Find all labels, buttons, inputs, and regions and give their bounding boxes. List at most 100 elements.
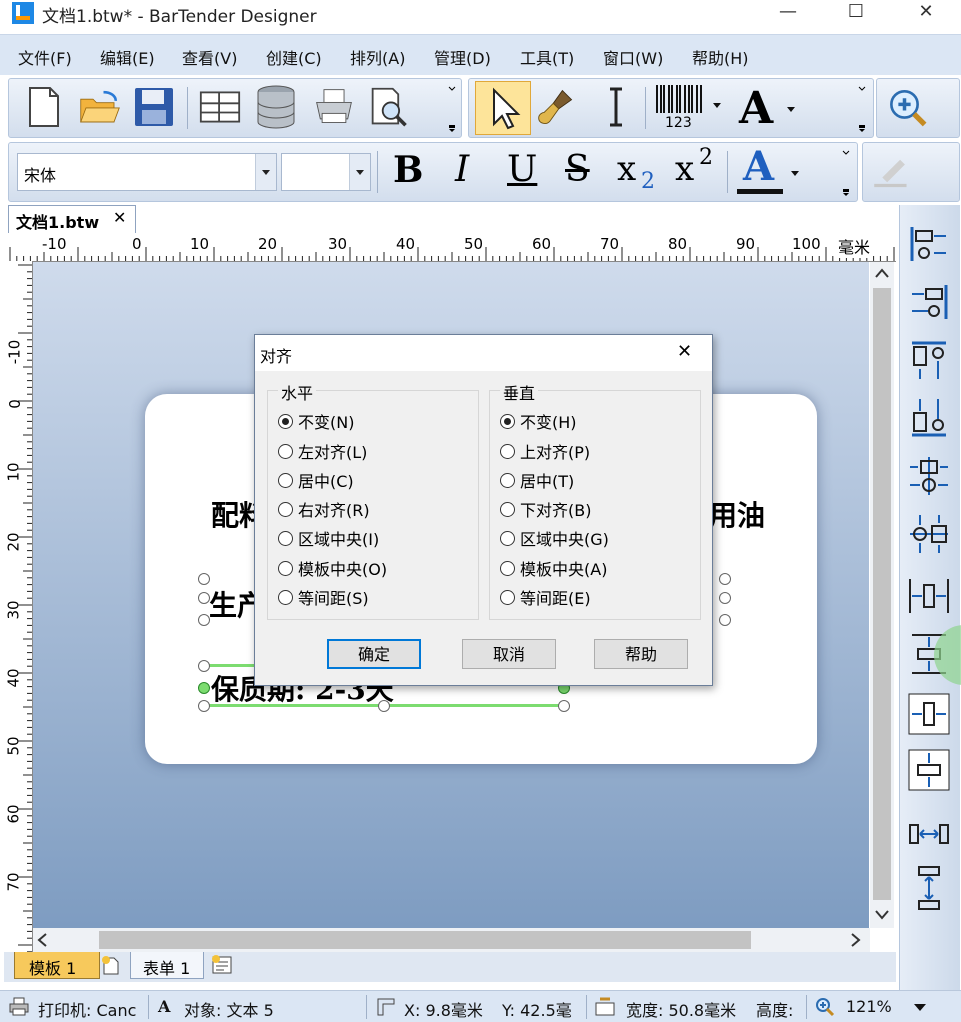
menu-view[interactable]: 查看(V) [182,45,237,69]
minimize-button[interactable]: — [764,0,812,26]
selection-handle[interactable] [719,614,731,626]
label-text-oil[interactable]: 用油 [709,494,765,534]
radio-v-center[interactable]: 居中(T) [500,468,574,492]
align-left-icon[interactable] [906,221,952,267]
radio-v-bottom[interactable]: 下对齐(B) [500,497,591,521]
scroll-left-icon[interactable] [37,933,47,947]
align-center-vertical-icon[interactable] [906,511,952,557]
vertical-scrollbar[interactable] [870,262,894,928]
selection-handle[interactable] [198,592,210,604]
select-pointer-button[interactable] [475,81,531,135]
font-color-glyph: A [743,143,775,190]
radio-h-equal-spacing[interactable]: 等间距(S) [278,585,369,609]
radio-h-right[interactable]: 右对齐(R) [278,497,370,521]
selection-handle[interactable] [198,573,210,585]
chevron-down-icon[interactable] [914,1004,926,1012]
bold-button[interactable]: B [393,149,423,191]
zoom-button[interactable] [887,84,929,130]
radio-h-template-center[interactable]: 模板中央(O) [278,556,387,580]
page-setup-button[interactable] [199,84,241,130]
save-button[interactable] [133,84,175,130]
text-tool-button[interactable]: A [735,83,805,134]
new-template-icon[interactable] [100,954,122,976]
menu-edit[interactable]: 编辑(E) [100,45,155,69]
radio-v-equal-spacing[interactable]: 等间距(E) [500,585,591,609]
selection-handle[interactable] [558,700,570,712]
center-in-template-vertical-icon[interactable] [906,747,952,793]
underline-button[interactable]: U [507,149,537,190]
selection-handle[interactable] [198,700,210,712]
align-bottom-icon[interactable] [906,395,952,441]
menu-help[interactable]: 帮助(H) [692,45,749,69]
sheet-tab-template[interactable]: 模板 1 [14,952,100,979]
font-name-combo[interactable]: 宋体 [17,153,277,191]
selection-handle[interactable] [719,573,731,585]
horizontal-scroll-thumb[interactable] [99,931,751,949]
center-in-area-horizontal-icon[interactable] [906,573,952,619]
radio-v-template-center[interactable]: 模板中央(A) [500,556,607,580]
distribute-vertical-icon[interactable] [906,865,952,911]
radio-h-nochange[interactable]: 不变(N) [278,409,354,433]
print-button[interactable] [313,84,355,130]
subscript-button[interactable]: x 2 [615,149,665,195]
align-right-icon[interactable] [906,279,952,325]
distribute-horizontal-icon[interactable] [906,811,952,857]
radio-v-area-center[interactable]: 区域中央(G) [500,526,609,550]
scroll-right-icon[interactable] [851,933,861,947]
new-document-button[interactable] [23,84,65,130]
menu-tools[interactable]: 工具(T) [520,45,574,69]
menu-file[interactable]: 文件(F) [18,45,72,69]
status-zoom[interactable]: 121% [846,997,892,1016]
toolbar-overflow-icon[interactable] [447,83,456,133]
database-button[interactable] [255,84,297,130]
radio-v-nochange[interactable]: 不变(H) [500,409,577,433]
selection-handle[interactable] [719,592,731,604]
selection-handle[interactable] [198,660,210,672]
toolbar-overflow-icon[interactable] [841,147,850,197]
text-insert-button[interactable] [595,84,637,130]
document-tab[interactable]: 文档1.btw ✕ [8,205,136,234]
size-icon [595,997,615,1016]
vertical-scroll-thumb[interactable] [873,288,891,900]
status-printer[interactable]: 打印机: Canc [38,997,136,1021]
font-color-button[interactable]: A [735,143,805,197]
font-size-combo[interactable] [281,153,371,191]
sheet-tab-form[interactable]: 表单 1 [130,952,204,979]
help-button[interactable]: 帮助 [594,639,688,669]
dialog-close-icon[interactable]: ✕ [677,341,692,362]
ok-button[interactable]: 确定 [327,639,421,669]
barcode-button[interactable]: 123 [655,83,725,133]
menu-window[interactable]: 窗口(W) [603,45,663,69]
strikethrough-button[interactable]: S [565,149,590,190]
superscript-button[interactable]: x 2 [673,145,723,195]
radio-v-top[interactable]: 上对齐(P) [500,439,590,463]
new-form-icon[interactable] [210,954,234,976]
scroll-down-icon[interactable] [875,910,889,920]
maximize-button[interactable]: ☐ [832,0,880,26]
radio-h-left[interactable]: 左对齐(L) [278,439,367,463]
menu-create[interactable]: 创建(C) [266,45,322,69]
menu-arrange[interactable]: 排列(A) [350,45,405,69]
open-button[interactable] [79,84,121,130]
scroll-up-icon[interactable] [875,268,889,278]
chevron-down-icon[interactable] [349,154,370,190]
align-top-icon[interactable] [906,337,952,383]
document-tab-close-icon[interactable]: ✕ [113,208,126,227]
close-button[interactable]: ✕ [902,0,950,26]
format-painter-button[interactable] [535,84,577,130]
selection-handle[interactable] [378,700,390,712]
chevron-down-icon[interactable] [255,154,276,190]
italic-button[interactable]: I [455,149,469,190]
radio-h-area-center[interactable]: 区域中央(I) [278,526,379,550]
print-preview-button[interactable] [369,84,411,130]
radio-h-center[interactable]: 居中(C) [278,468,354,492]
selection-handle-anchor[interactable] [198,682,210,694]
toolbar-overflow-icon[interactable] [857,83,866,133]
menu-manage[interactable]: 管理(D) [434,45,491,69]
center-in-template-horizontal-icon[interactable] [906,691,952,737]
cancel-button[interactable]: 取消 [462,639,556,669]
align-center-horizontal-icon[interactable] [906,453,952,499]
horizontal-scrollbar[interactable] [33,928,870,952]
selection-handle[interactable] [198,614,210,626]
fill-color-button[interactable] [871,148,913,194]
